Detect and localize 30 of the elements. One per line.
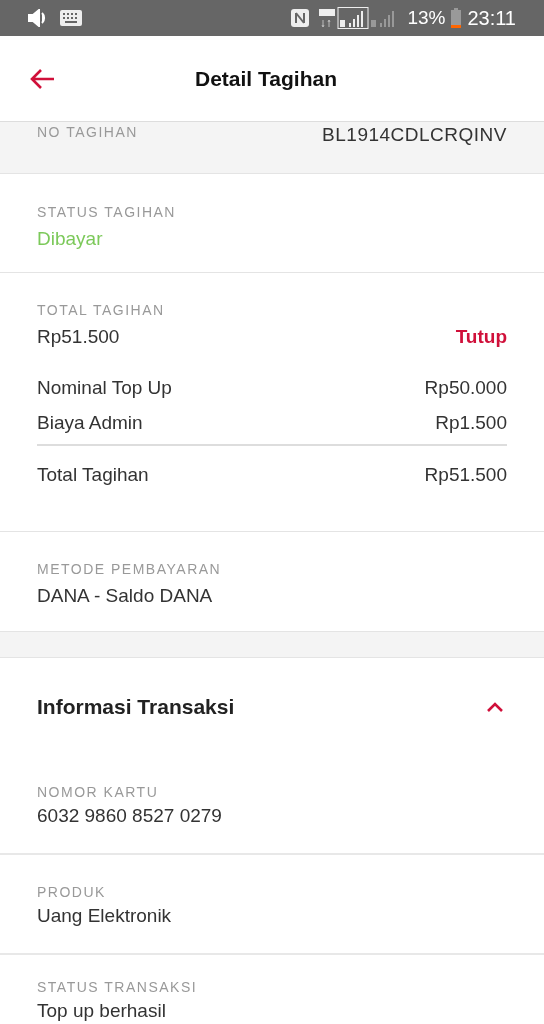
field-label: STATUS TRANSAKSI	[37, 978, 199, 997]
field-value: Uang Elektronik	[37, 905, 173, 927]
collapse-link[interactable]: Tutup	[455, 323, 507, 352]
field-value: 6032 9860 8527 0279	[37, 805, 223, 827]
clock: 23:11	[467, 6, 516, 31]
breakdown-label: Biaya Admin	[37, 410, 143, 435]
battery-percentage: 13%	[407, 5, 446, 30]
field-value: DANA - Saldo DANA	[37, 584, 214, 608]
chevron-up-icon	[486, 700, 504, 713]
field-label: METODE PEMBAYARAN	[37, 560, 223, 579]
page-title: Detail Tagihan	[195, 65, 337, 92]
volume-icon	[28, 9, 48, 27]
field-label: PRODUK	[37, 883, 107, 902]
total-label: Total Tagihan	[37, 462, 149, 487]
field-value: Top up berhasil	[37, 1000, 167, 1022]
field-value: Rp51.500	[37, 325, 120, 349]
field-label: TOTAL TAGIHAN	[37, 301, 166, 320]
nfc-icon	[291, 9, 310, 27]
total-amount: Rp51.500	[424, 462, 507, 487]
field-value: BL1914CDLCRQINV	[322, 123, 507, 147]
breakdown-label: Nominal Top Up	[37, 375, 172, 400]
breakdown-amount: Rp1.500	[435, 410, 507, 435]
section-title: Informasi Transaksi	[37, 693, 235, 720]
field-label: NO TAGIHAN	[37, 123, 138, 142]
battery-icon	[451, 8, 462, 28]
field-label: NOMOR KARTU	[37, 783, 160, 802]
keyboard-icon	[60, 10, 82, 26]
breakdown-amount: Rp50.000	[424, 375, 507, 400]
status-value: Dibayar	[37, 227, 104, 251]
field-label: STATUS TAGIHAN	[37, 203, 177, 222]
